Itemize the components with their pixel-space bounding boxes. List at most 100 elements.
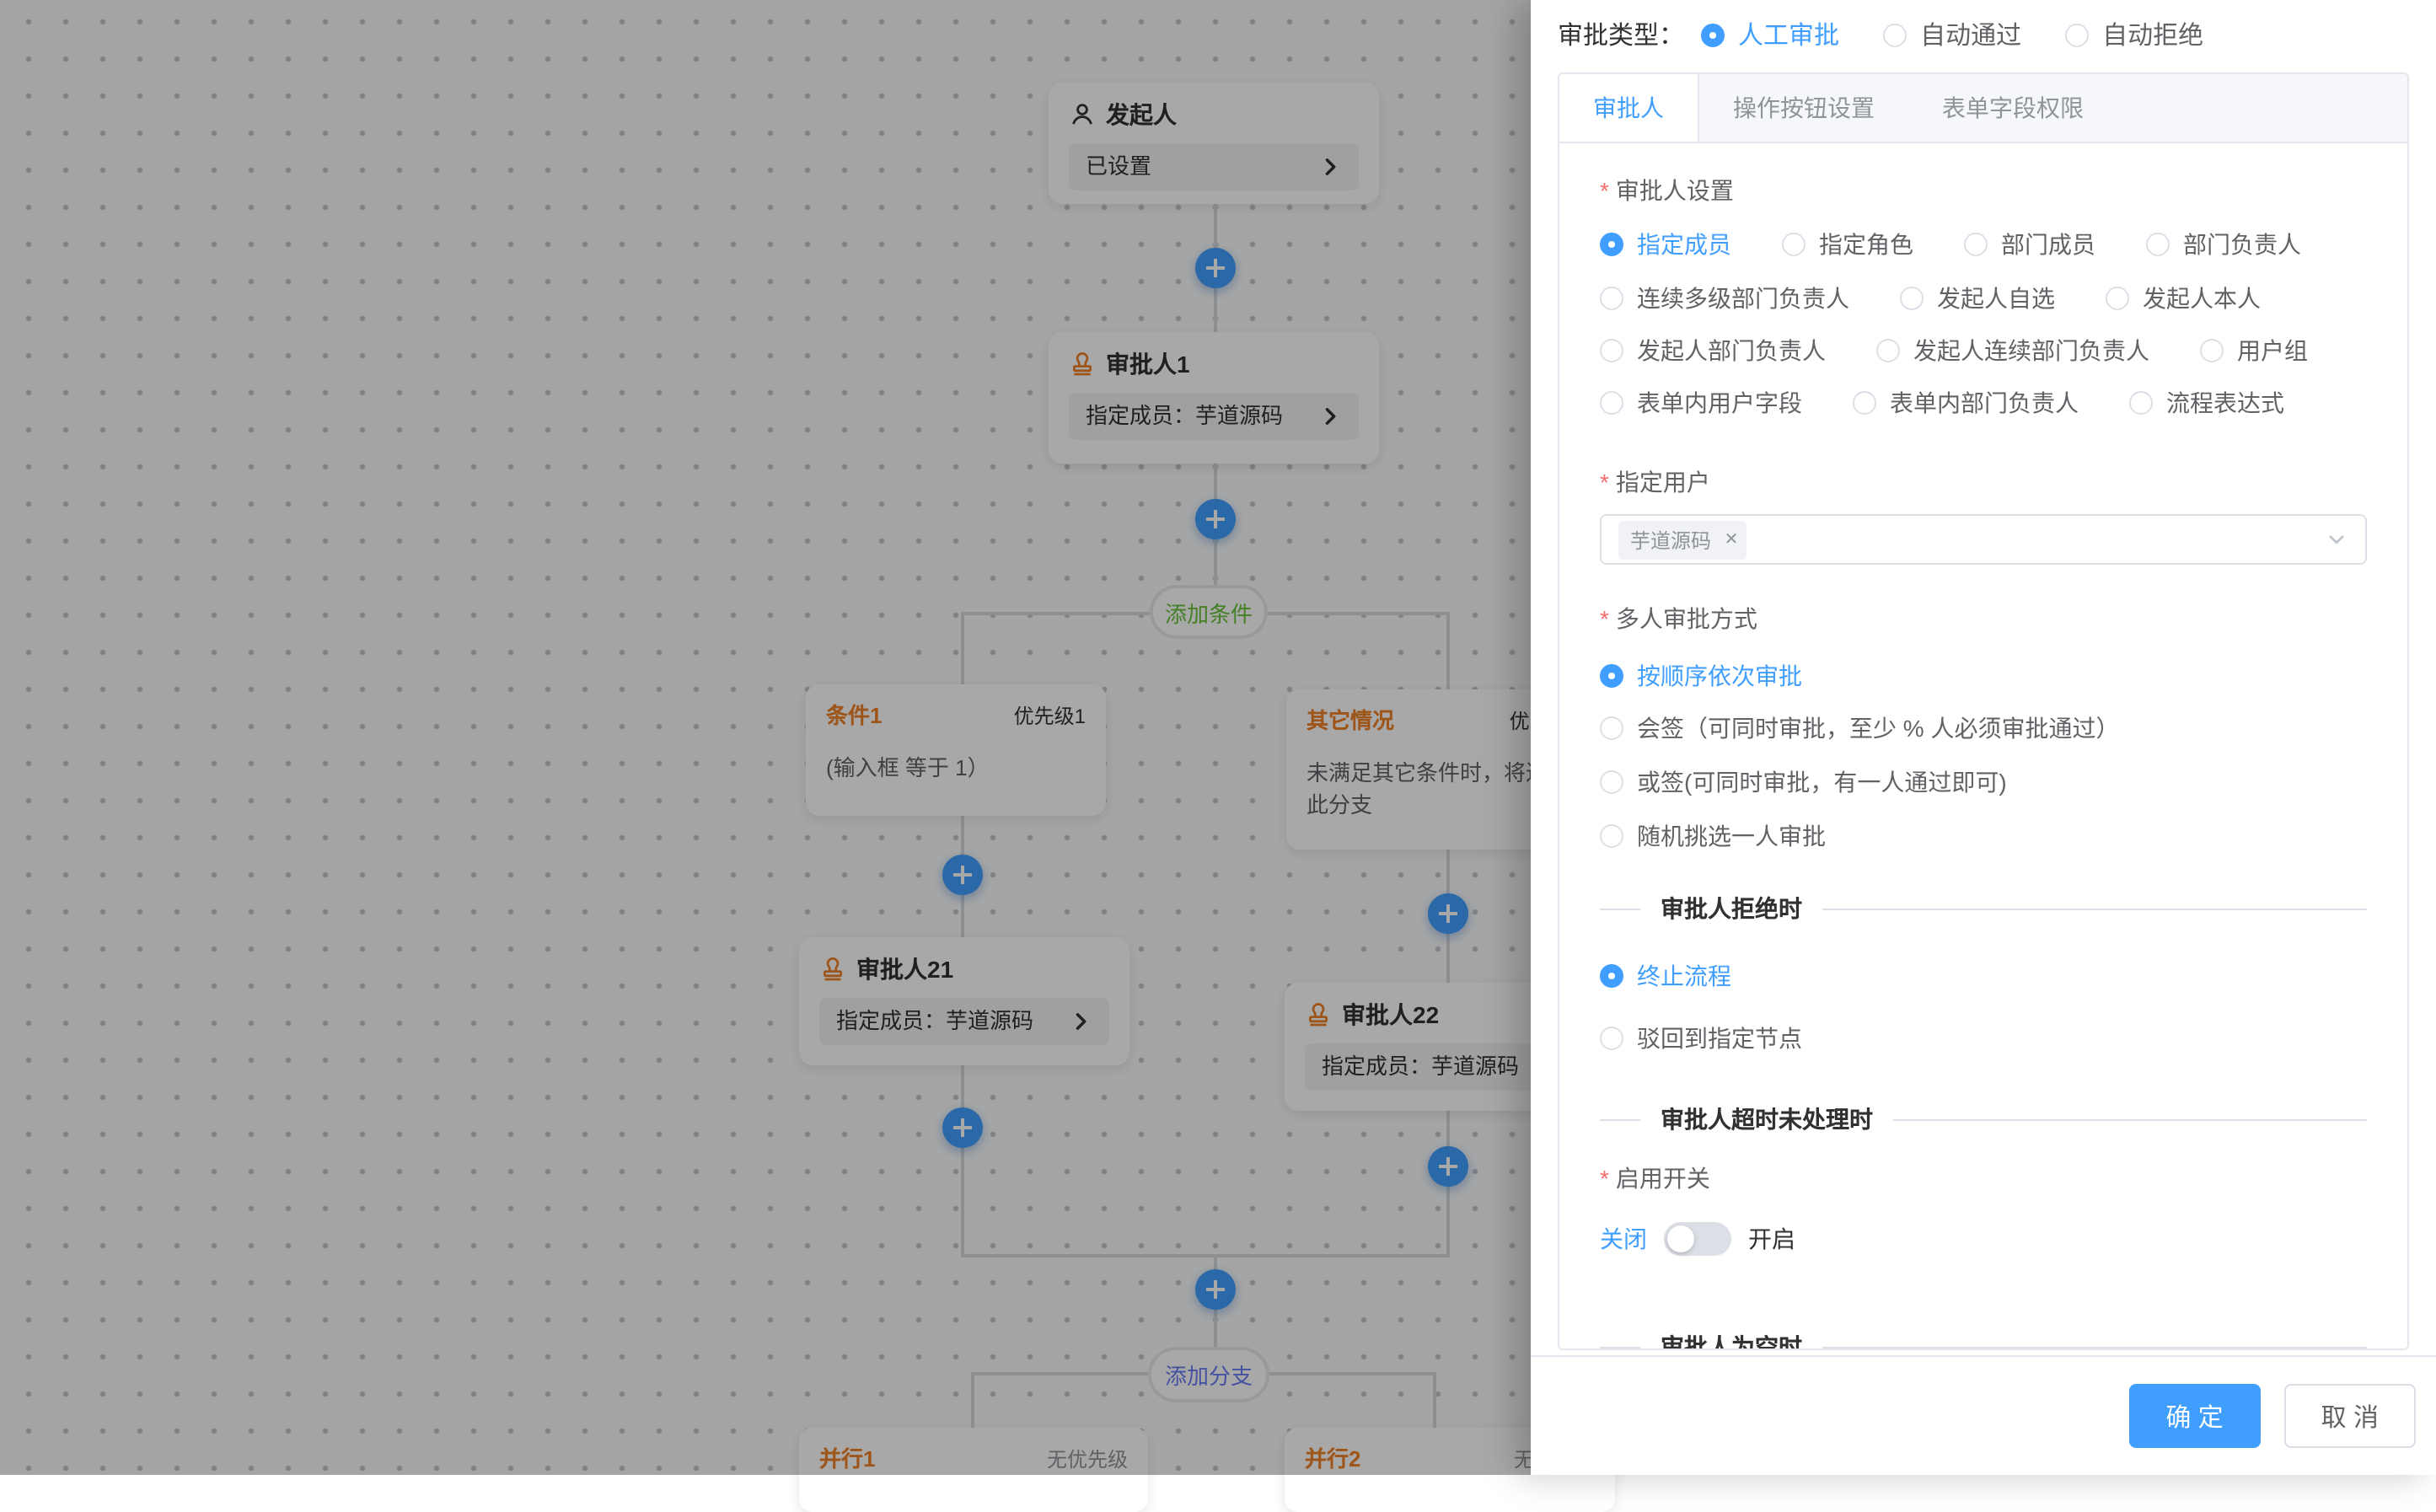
switch-on-label: 开启 [1748, 1222, 1795, 1256]
radio-label: 发起人连续部门负责人 [1913, 334, 2149, 367]
selected-user-tag: 芋道源码 [1618, 520, 1747, 559]
approval-type-label: 审批类型： [1558, 17, 1684, 52]
multi-mode-label: *多人审批方式 [1600, 602, 2367, 635]
radio-icon [1964, 233, 1988, 256]
radio-label: 指定成员 [1637, 228, 1731, 261]
radio-icon [1883, 23, 1907, 46]
timeout-section-divider: 审批人超时未处理时 [1600, 1102, 2367, 1136]
radio-label: 终止流程 [1637, 959, 1731, 993]
radio-label: 发起人部门负责人 [1637, 334, 1826, 367]
radio-icon [1600, 664, 1623, 688]
tab-label: 操作按钮设置 [1733, 91, 1875, 125]
required-asterisk: * [1600, 469, 1609, 496]
radio-icon [2065, 23, 2089, 46]
radio-initiator-self[interactable]: 发起人本人 [2106, 281, 2261, 315]
required-asterisk: * [1600, 1165, 1609, 1192]
assign-user-select[interactable]: 芋道源码 [1600, 514, 2367, 565]
radio-label: 驳回到指定节点 [1637, 1021, 1802, 1055]
radio-initiator-multi-dept-leader[interactable]: 发起人连续部门负责人 [1876, 334, 2149, 367]
radio-label: 表单内用户字段 [1637, 386, 1802, 420]
radio-manual-approval[interactable]: 人工审批 [1701, 17, 1839, 52]
approval-type-row: 审批类型： 人工审批 自动通过 自动拒绝 [1558, 17, 2409, 52]
radio-label: 自动拒绝 [2102, 17, 2203, 52]
radio-icon [1782, 233, 1806, 256]
drawer-footer: 确 定 取 消 [1531, 1355, 2436, 1475]
cancel-button[interactable]: 取 消 [2284, 1384, 2416, 1448]
radio-label: 人工审批 [1738, 17, 1839, 52]
radio-auto-approve[interactable]: 自动通过 [1883, 17, 2021, 52]
radio-label: 指定角色 [1819, 228, 1913, 261]
radio-icon [1900, 287, 1924, 310]
required-asterisk: * [1600, 177, 1609, 204]
confirm-button[interactable]: 确 定 [2128, 1384, 2260, 1448]
required-asterisk: * [1600, 605, 1609, 632]
radio-label: 流程表达式 [2166, 386, 2284, 420]
radio-process-expression[interactable]: 流程表达式 [2129, 386, 2284, 420]
radio-label: 或签(可同时审批，有一人通过即可) [1637, 765, 2007, 799]
radio-label: 连续多级部门负责人 [1637, 281, 1849, 315]
radio-assign-member[interactable]: 指定成员 [1600, 228, 1731, 261]
radio-icon [1853, 391, 1876, 415]
approver-setting-label: *审批人设置 [1600, 174, 2367, 207]
radio-countersign[interactable]: 会签（可同时审批，至少 % 人必须审批通过） [1600, 711, 2119, 745]
radio-icon [1600, 824, 1623, 848]
radio-icon [1876, 339, 1900, 362]
radio-label: 表单内部门负责人 [1890, 386, 2079, 420]
divider-title: 审批人为空时 [1661, 1330, 1802, 1350]
radio-label: 自动通过 [1920, 17, 2021, 52]
radio-dept-leader[interactable]: 部门负责人 [2146, 228, 2301, 261]
radio-icon [1600, 339, 1623, 362]
enable-switch-label: *启用开关 [1600, 1161, 2367, 1195]
tab-action-buttons[interactable]: 操作按钮设置 [1699, 74, 1908, 142]
radio-label: 用户组 [2237, 334, 2308, 367]
radio-random-one[interactable]: 随机挑选一人审批 [1600, 819, 1826, 853]
tab-content-approver: *审批人设置 指定成员 指定角色 部门成员 [1559, 143, 2407, 1350]
radio-label: 发起人自选 [1937, 281, 2055, 315]
radio-initiator-choose[interactable]: 发起人自选 [1900, 281, 2055, 315]
radio-return-to-node[interactable]: 驳回到指定节点 [1600, 1021, 1802, 1055]
chevron-down-icon [2325, 528, 2348, 551]
radio-icon [1600, 233, 1623, 256]
assign-user-label: *指定用户 [1600, 465, 2367, 499]
radio-label: 部门负责人 [2183, 228, 2301, 261]
radio-icon [2129, 391, 2153, 415]
radio-icon [1600, 287, 1623, 310]
tab-approver[interactable]: 审批人 [1559, 74, 1699, 142]
tab-form-field-permissions[interactable]: 表单字段权限 [1908, 74, 2117, 142]
timeout-switch-row: 关闭 开启 [1600, 1222, 2367, 1256]
tab-label: 审批人 [1593, 91, 1664, 125]
radio-icon [1600, 1027, 1623, 1050]
tab-label: 表单字段权限 [1942, 91, 2084, 125]
radio-dept-member[interactable]: 部门成员 [1964, 228, 2095, 261]
settings-tabs-card: 审批人 操作按钮设置 表单字段权限 *审批人设置 指定成员 [1558, 72, 2409, 1350]
radio-icon [1600, 716, 1623, 740]
timeout-toggle[interactable] [1664, 1222, 1731, 1256]
radio-assign-role[interactable]: 指定角色 [1782, 228, 1913, 261]
reject-section-divider: 审批人拒绝时 [1600, 892, 2367, 925]
close-icon[interactable] [1720, 528, 1743, 551]
radio-multi-level-dept-leader[interactable]: 连续多级部门负责人 [1600, 281, 1849, 315]
tabs-header: 审批人 操作按钮设置 表单字段权限 [1559, 74, 2407, 143]
empty-approver-divider: 审批人为空时 [1600, 1330, 2367, 1350]
radio-icon [1600, 391, 1623, 415]
radio-label: 按顺序依次审批 [1637, 659, 1802, 693]
approval-flow-designer: 发起人 已设置 审批人1 指定成员 [0, 0, 2436, 1475]
divider-title: 审批人拒绝时 [1661, 892, 1802, 925]
radio-icon [1600, 770, 1623, 794]
radio-sequential-approval[interactable]: 按顺序依次审批 [1600, 659, 1802, 693]
radio-initiator-dept-leader[interactable]: 发起人部门负责人 [1600, 334, 1826, 367]
approval-settings-drawer: 审批类型： 人工审批 自动通过 自动拒绝 审批人 操作按钮设置 [1531, 0, 2436, 1475]
radio-user-group[interactable]: 用户组 [2200, 334, 2308, 367]
switch-off-label: 关闭 [1600, 1222, 1647, 1256]
radio-auto-reject[interactable]: 自动拒绝 [2065, 17, 2203, 52]
radio-icon [2106, 287, 2129, 310]
radio-label: 随机挑选一人审批 [1637, 819, 1826, 853]
radio-terminate-process[interactable]: 终止流程 [1600, 959, 1731, 993]
radio-form-user-field[interactable]: 表单内用户字段 [1600, 386, 1802, 420]
radio-form-dept-leader[interactable]: 表单内部门负责人 [1853, 386, 2079, 420]
radio-label: 部门成员 [2001, 228, 2095, 261]
radio-icon [2146, 233, 2170, 256]
radio-label: 发起人本人 [2143, 281, 2261, 315]
radio-icon [1600, 964, 1623, 988]
radio-orsign[interactable]: 或签(可同时审批，有一人通过即可) [1600, 765, 2007, 799]
